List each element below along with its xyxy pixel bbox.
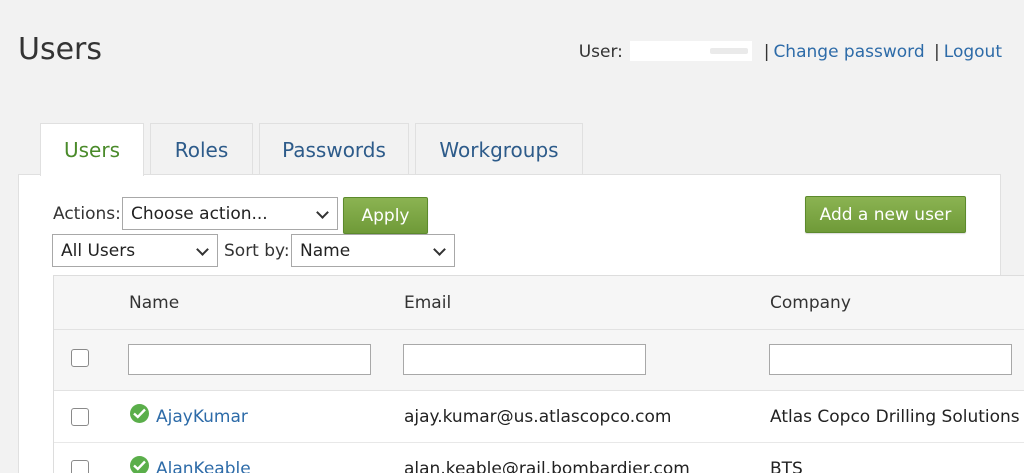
company-filter-input[interactable]	[769, 344, 1012, 375]
sort-label: Sort by:	[224, 241, 290, 261]
tab-label: Users	[63, 138, 120, 162]
separator: |	[763, 42, 770, 62]
user-name-link[interactable]: AjayKumar	[156, 407, 248, 427]
add-user-button-label: Add a new user	[819, 204, 952, 225]
name-filter-input[interactable]	[128, 344, 371, 375]
sort-select[interactable]: Name	[291, 234, 455, 267]
row-checkbox[interactable]	[71, 408, 89, 426]
column-header-email[interactable]: Email	[404, 293, 451, 313]
tab-users[interactable]: Users	[40, 123, 144, 176]
tab-workgroups[interactable]: Workgroups	[415, 123, 583, 175]
email-filter-input[interactable]	[403, 344, 646, 375]
user-email: alan.keable@rail.bombardier.com	[404, 459, 690, 473]
select-all-checkbox[interactable]	[71, 349, 89, 367]
table-row: AlanKeable alan.keable@rail.bombardier.c…	[54, 443, 1024, 473]
user-company: BTS	[770, 459, 803, 473]
column-header-company[interactable]: Company	[770, 293, 851, 313]
action-select[interactable]: Choose action...	[122, 197, 338, 230]
column-header-name[interactable]: Name	[129, 293, 179, 313]
user-label: User:	[578, 42, 623, 62]
logout-link[interactable]: Logout	[944, 42, 1002, 62]
tab-passwords[interactable]: Passwords	[259, 123, 409, 175]
check-circle-icon	[130, 404, 149, 423]
tab-label: Roles	[174, 137, 229, 162]
user-email: ajay.kumar@us.atlascopco.com	[404, 407, 672, 427]
check-circle-icon	[130, 456, 149, 473]
apply-button[interactable]: Apply	[343, 197, 428, 234]
sort-select-value: Name	[300, 240, 351, 261]
chevron-down-icon	[316, 206, 329, 219]
apply-button-label: Apply	[361, 205, 410, 226]
user-bar: User: | Change password | Logout	[579, 41, 1002, 62]
chevron-down-icon	[433, 243, 446, 256]
table-row: AjayKumar ajay.kumar@us.atlascopco.com A…	[54, 391, 1024, 443]
tab-roles[interactable]: Roles	[150, 123, 253, 175]
add-user-button[interactable]: Add a new user	[805, 196, 966, 233]
actions-label: Actions:	[53, 204, 121, 224]
row-checkbox[interactable]	[71, 460, 89, 473]
users-table: Name Email Company AjayKumar ajay.kumar@…	[53, 275, 1024, 473]
filter-row	[54, 330, 1024, 391]
action-select-value: Choose action...	[131, 203, 268, 224]
user-name-link[interactable]: AlanKeable	[156, 459, 251, 473]
tab-label: Workgroups	[439, 137, 559, 162]
user-filter-select[interactable]: All Users	[52, 234, 218, 267]
change-password-link[interactable]: Change password	[773, 42, 924, 62]
user-company: Atlas Copco Drilling Solutions	[770, 407, 1020, 427]
redacted-username	[630, 41, 753, 61]
user-filter-value: All Users	[61, 240, 136, 261]
table-header: Name Email Company	[54, 276, 1024, 330]
tab-label: Passwords	[282, 137, 386, 162]
separator: |	[934, 42, 940, 62]
chevron-down-icon	[196, 243, 209, 256]
page-title: Users	[18, 32, 103, 67]
